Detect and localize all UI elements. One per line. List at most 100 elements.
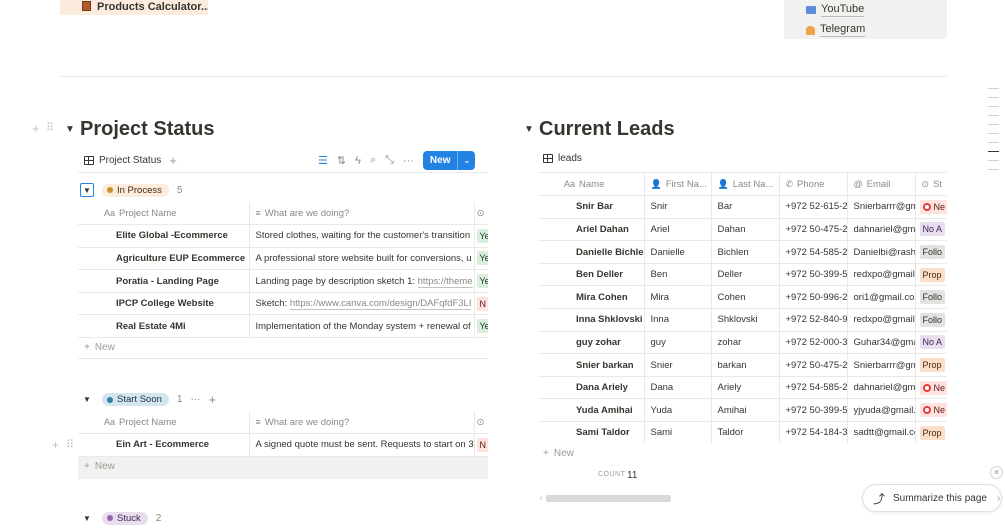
project-name[interactable]: Real Estate 4Mi	[78, 314, 249, 339]
table-row[interactable]: Inna Shklovski Inna Shklovski +972 52-840-9…	[538, 308, 947, 332]
column-header-email[interactable]: @ Email	[846, 173, 915, 197]
outline-mark[interactable]	[988, 169, 999, 170]
group-add-icon[interactable]: +	[208, 392, 216, 407]
table-row[interactable]: Snir Bar Snir Bar +972 52-615-2 Snierbarrr@g…	[538, 195, 947, 219]
table-row[interactable]: Ariel Dahan Ariel Dahan +972 50-475-2 dahnar…	[538, 218, 947, 242]
lead-status-cell[interactable]: No A	[914, 218, 947, 242]
status-column-icon[interactable]: ⊙	[473, 411, 488, 435]
table-row[interactable]: guy zohar guy zohar +972 52-000-3 Guhar34@gm…	[538, 331, 947, 355]
lead-phone[interactable]: +972 54-585-2	[778, 240, 847, 264]
column-header-project-name[interactable]: Aa Project Name	[78, 411, 249, 435]
current-leads-toggle[interactable]: ▼	[524, 124, 534, 135]
lead-name[interactable]: Snier barkan	[538, 353, 644, 377]
lead-first-name[interactable]: Ariel	[643, 218, 711, 242]
lead-last-name[interactable]: Amihai	[710, 398, 779, 423]
lead-last-name[interactable]: barkan	[710, 353, 779, 377]
row-add-handle[interactable]: +	[52, 438, 59, 452]
lead-name[interactable]: guy zohar	[538, 331, 644, 355]
lead-first-name[interactable]: Yuda	[643, 398, 711, 423]
lead-phone[interactable]: +972 52-615-2	[778, 195, 847, 219]
table-row[interactable]: Poratia - Landing Page Landing page by d…	[78, 269, 488, 293]
add-new-lead[interactable]: + New	[543, 448, 574, 459]
block-add-handle[interactable]: +	[32, 121, 40, 136]
project-name[interactable]: IPCP College Website	[78, 292, 249, 316]
expand-icon[interactable]: ⤡	[385, 154, 394, 167]
status-column-icon[interactable]: ⊙	[473, 202, 488, 226]
project-description[interactable]: Stored clothes, waiting for the customer…	[248, 224, 474, 248]
table-row[interactable]: Agriculture EUP Ecommerce A professional…	[78, 247, 488, 271]
project-status-view-tab[interactable]: Project Status +	[84, 153, 177, 168]
table-row[interactable]: Real Estate 4Mi Implementation of the Mo…	[78, 314, 488, 339]
table-row[interactable]: Snier barkan Snier barkan +972 50-475-2 Snie…	[538, 353, 947, 377]
lead-email[interactable]: redxpo@gmail.	[846, 308, 915, 332]
project-name[interactable]: Ein Art - Ecommerce	[78, 433, 249, 457]
lead-phone[interactable]: +972 50-475-2	[778, 218, 847, 242]
lead-name[interactable]: Mira Cohen	[538, 285, 644, 310]
lead-first-name[interactable]: Inna	[643, 308, 711, 332]
lead-email[interactable]: Guhar34@gma	[846, 331, 915, 355]
lead-first-name[interactable]: Snir	[643, 195, 711, 219]
lead-phone[interactable]: +972 50-996-2	[778, 285, 847, 310]
products-calculator-link[interactable]: Products Calculator...	[60, 0, 208, 15]
outline-mark[interactable]	[988, 133, 999, 134]
lead-last-name[interactable]: Ariely	[710, 376, 779, 400]
filter-icon[interactable]: ☰	[318, 154, 328, 167]
lead-email[interactable]: dahnariel@gma	[846, 218, 915, 242]
more-icon[interactable]: ···	[403, 155, 414, 167]
lead-phone[interactable]: +972 52-840-9	[778, 308, 847, 332]
project-description[interactable]: A signed quote must be sent. Requests to…	[248, 433, 474, 457]
lead-first-name[interactable]: Mira	[643, 285, 711, 310]
lead-name[interactable]: Sami Taldor	[538, 421, 644, 443]
column-header-name[interactable]: Aa Name	[538, 173, 644, 197]
lead-status-cell[interactable]: Prop	[914, 353, 947, 377]
lead-name[interactable]: Snir Bar	[538, 195, 644, 219]
lead-phone[interactable]: +972 52-000-3	[778, 331, 847, 355]
lead-name[interactable]: Dana Ariely	[538, 376, 644, 400]
add-new-row-in-process[interactable]: + New	[84, 342, 115, 353]
column-header-what[interactable]: ≡ What are we doing?	[248, 411, 474, 435]
lead-status-cell[interactable]: Follo	[914, 308, 947, 332]
table-row[interactable]: Dana Ariely Dana Ariely +972 54-585-2 dahnar…	[538, 376, 947, 400]
column-header-first-name[interactable]: 👤 First Na...	[643, 173, 711, 197]
lead-email[interactable]: Snierbarrr@gm	[846, 353, 915, 377]
lead-last-name[interactable]: Taldor	[710, 421, 779, 443]
lead-name[interactable]: Ariel Dahan	[538, 218, 644, 242]
horizontal-scrollbar[interactable]	[546, 495, 671, 502]
lead-email[interactable]: sadtt@gmail.cc	[846, 421, 915, 443]
lead-status-cell[interactable]: Follo	[914, 240, 947, 264]
outline-mark[interactable]	[988, 97, 999, 98]
group-more-icon[interactable]: ···	[190, 394, 200, 405]
project-description[interactable]: A professional store website built for c…	[248, 247, 474, 271]
project-description[interactable]: Implementation of the Monday system + re…	[248, 314, 474, 339]
scroll-left-arrow[interactable]: ‹	[540, 495, 542, 502]
row-drag-handle[interactable]: ⠿	[66, 438, 74, 451]
automation-icon[interactable]: ϟ	[355, 155, 361, 167]
lead-status-cell[interactable]: Prop	[914, 421, 947, 443]
lead-first-name[interactable]: Danielle	[643, 240, 711, 264]
project-status-toggle[interactable]: ▼	[65, 124, 75, 135]
group-toggle[interactable]: ▼	[80, 393, 94, 407]
column-header-status[interactable]: ⊙ St	[914, 173, 947, 197]
lead-last-name[interactable]: Cohen	[710, 285, 779, 310]
lead-name[interactable]: Inna Shklovski	[538, 308, 644, 332]
lead-last-name[interactable]: Bar	[710, 195, 779, 219]
column-header-last-name[interactable]: 👤 Last Na...	[710, 173, 779, 197]
lead-first-name[interactable]: Dana	[643, 376, 711, 400]
lead-phone[interactable]: +972 50-399-5	[778, 398, 847, 423]
new-button[interactable]: New ⌄	[422, 151, 476, 170]
table-row[interactable]: Danielle Bichlen Danielle Bichlen +972 54-5…	[538, 240, 947, 264]
summarize-page-button[interactable]: ⤴ Summarize this page ›	[862, 484, 1002, 512]
description-link[interactable]: https://theme	[417, 275, 473, 288]
project-name[interactable]: Agriculture EUP Ecommerce	[78, 247, 249, 271]
lead-phone[interactable]: +972 50-475-2	[778, 353, 847, 377]
table-row[interactable]: Yuda Amihai Yuda Amihai +972 50-399-5 yjyuda…	[538, 398, 947, 423]
lead-email[interactable]: dahnariel@gma	[846, 376, 915, 400]
table-row[interactable]: Mira Cohen Mira Cohen +972 50-996-2 ori1@gma…	[538, 285, 947, 310]
lead-name[interactable]: Ben Deller	[538, 263, 644, 287]
outline-mark[interactable]	[988, 106, 999, 107]
lead-first-name[interactable]: Snier	[643, 353, 711, 377]
lead-last-name[interactable]: Dahan	[710, 218, 779, 242]
lead-last-name[interactable]: Deller	[710, 263, 779, 287]
lead-status-cell[interactable]: Ne	[914, 398, 947, 423]
lead-phone[interactable]: +972 54-585-2	[778, 376, 847, 400]
